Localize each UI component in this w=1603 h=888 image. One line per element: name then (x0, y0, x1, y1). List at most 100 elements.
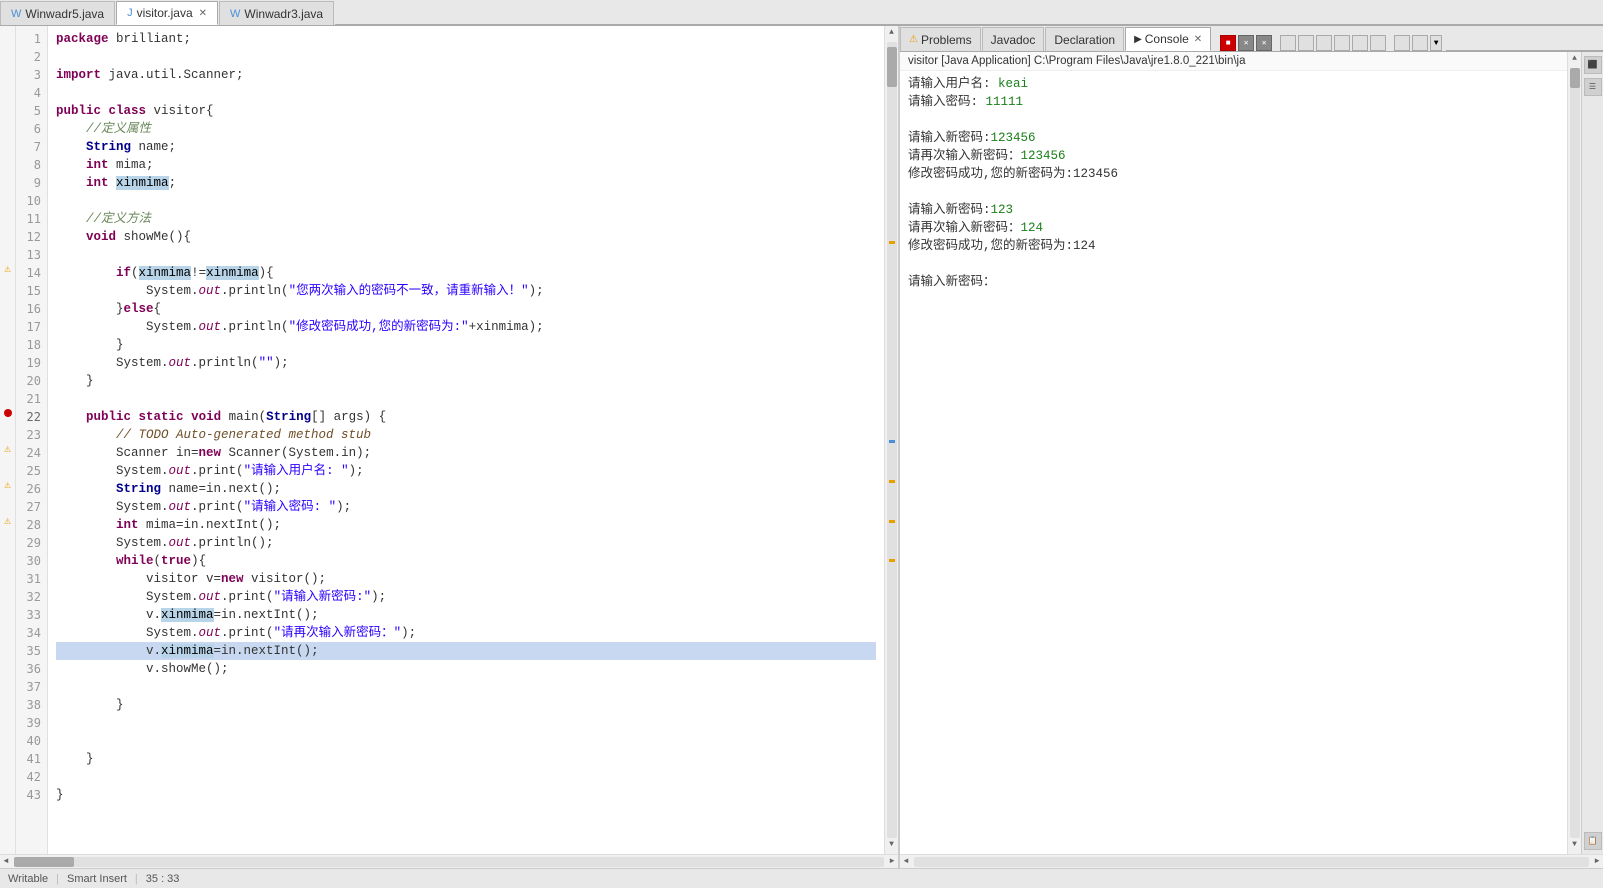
console-action-btn9[interactable] (1412, 35, 1428, 51)
console-toolbar: ■ ✕ ✕ (1216, 35, 1446, 51)
toolbar-btn-1[interactable]: ⬛ (1584, 56, 1602, 74)
code-line-30: while(true){ (56, 552, 876, 570)
toolbar-btn-3[interactable]: 📋 (1584, 832, 1602, 850)
gutter-bp-22 (0, 404, 15, 422)
code-line-15: System.out.println("您两次输入的密码不一致，请重新输入！")… (56, 282, 876, 300)
code-line-20: } (56, 372, 876, 390)
console-action-btn6[interactable] (1352, 35, 1368, 51)
code-line-16: }else{ (56, 300, 876, 318)
console-line-blank2 (908, 183, 1559, 201)
code-hscroll[interactable]: ◄ ► (0, 854, 898, 868)
console-action-btn1[interactable]: ✕ (1256, 35, 1272, 51)
code-line-29: System.out.println(); (56, 534, 876, 552)
tab-problems-label: Problems (921, 33, 972, 47)
code-line-9: int xinmima; (56, 174, 876, 192)
console-line-blank3 (908, 255, 1559, 273)
console-line-6: 请输入新密码:123 (908, 201, 1559, 219)
tab-javadoc[interactable]: Javadoc (982, 27, 1045, 51)
status-text: Writable (8, 873, 48, 885)
console-dropdown-btn[interactable]: ▼ (1430, 35, 1442, 51)
code-line-34: System.out.print("请再次输入新密码："); (56, 624, 876, 642)
code-line-28: int mima=in.nextInt(); (56, 516, 876, 534)
gutter-warn-24: ⚠ (0, 440, 15, 458)
visitor-file-icon: J (127, 7, 133, 19)
code-line-18: } (56, 336, 876, 354)
code-line-2 (56, 48, 876, 66)
code-line-13 (56, 246, 876, 264)
editor-tab-bar: W Winwadr5.java J visitor.java ✕ W Winwa… (0, 0, 1603, 26)
code-line-7: String name; (56, 138, 876, 156)
tab-declaration[interactable]: Declaration (1045, 27, 1124, 51)
status-insert: Smart Insert (67, 873, 127, 885)
main-content: ⚠ ⚠ ⚠ ⚠ (0, 26, 1603, 868)
code-line-26: String name=in.next(); (56, 480, 876, 498)
console-scroll-down[interactable]: ▼ (1569, 840, 1581, 852)
gutter-warn-14: ⚠ (0, 260, 15, 278)
problems-icon: ⚠ (909, 34, 918, 45)
tab-visitor-close[interactable]: ✕ (199, 8, 207, 19)
far-right-toolbar: ⬛ ☰ 📋 (1581, 52, 1603, 854)
tab-console[interactable]: ▶ Console ✕ (1125, 27, 1211, 51)
winwadr3-file-icon: W (230, 8, 240, 20)
console-vscroll[interactable]: ▲ ▼ (1567, 52, 1581, 854)
console-action-btn2[interactable] (1280, 35, 1296, 51)
console-output[interactable]: 请输入用户名: keai 请输入密码: 11111 请输入新密码:123456 … (900, 71, 1567, 854)
console-line-7: 请再次输入新密码：124 (908, 219, 1559, 237)
tab-visitor-label: visitor.java (137, 6, 193, 20)
code-line-6: //定义属性 (56, 120, 876, 138)
code-line-23: // TODO Auto-generated method stub (56, 426, 876, 444)
code-line-4 (56, 84, 876, 102)
console-line-2: 请输入密码: 11111 (908, 93, 1559, 111)
right-panel: ⚠ Problems Javadoc Declaration ▶ Console… (900, 26, 1603, 868)
console-action-btn7[interactable] (1370, 35, 1386, 51)
console-action-btn4[interactable] (1316, 35, 1332, 51)
code-line-33: v.xinmima=in.nextInt(); (56, 606, 876, 624)
code-text[interactable]: package brilliant; import java.util.Scan… (48, 26, 884, 854)
code-line-32: System.out.print("请输入新密码:"); (56, 588, 876, 606)
right-tabs: ⚠ Problems Javadoc Declaration ▶ Console… (900, 27, 1212, 51)
console-action-btn5[interactable] (1334, 35, 1350, 51)
gutter-warn-28: ⚠ (0, 512, 15, 530)
scroll-down-arrow[interactable]: ▼ (886, 840, 898, 852)
code-vscroll[interactable]: ▲ ▼ (884, 26, 898, 854)
tab-console-close[interactable]: ✕ (1194, 34, 1202, 45)
tab-declaration-label: Declaration (1054, 33, 1115, 47)
stop-btn[interactable]: ■ (1220, 35, 1236, 51)
code-line-40 (56, 732, 876, 750)
code-line-31: visitor v=new visitor(); (56, 570, 876, 588)
console-line-3: 请输入新密码:123456 (908, 129, 1559, 147)
code-line-19: System.out.println(""); (56, 354, 876, 372)
console-hscroll[interactable]: ◄ ► (900, 854, 1603, 868)
console-scroll-thumb[interactable] (1570, 68, 1580, 88)
tab-winwadr5[interactable]: W Winwadr5.java (0, 1, 115, 25)
code-line-37 (56, 678, 876, 696)
code-line-27: System.out.print("请输入密码: "); (56, 498, 876, 516)
tab-winwadr5-label: Winwadr5.java (25, 7, 104, 21)
console-icon: ▶ (1134, 34, 1142, 45)
tab-winwadr3-label: Winwadr3.java (244, 7, 323, 21)
console-action-btn3[interactable] (1298, 35, 1314, 51)
scroll-thumb[interactable] (887, 47, 897, 87)
console-action-btn8[interactable] (1394, 35, 1410, 51)
code-line-41: } (56, 750, 876, 768)
tab-javadoc-label: Javadoc (991, 33, 1036, 47)
scroll-track[interactable] (887, 42, 897, 838)
code-body: ⚠ ⚠ ⚠ ⚠ (0, 26, 898, 854)
code-line-12: void showMe(){ (56, 228, 876, 246)
tab-winwadr3[interactable]: W Winwadr3.java (219, 1, 334, 25)
console-scroll-track[interactable] (1570, 68, 1580, 838)
console-scroll-up[interactable]: ▲ (1569, 54, 1581, 66)
scroll-up-arrow[interactable]: ▲ (886, 28, 898, 40)
tab-problems[interactable]: ⚠ Problems (900, 27, 981, 51)
console-line-8: 修改密码成功,您的新密码为:124 (908, 237, 1559, 255)
code-line-36: v.showMe(); (56, 660, 876, 678)
close-console-btn[interactable]: ✕ (1238, 35, 1254, 51)
console-line-1: 请输入用户名: keai (908, 75, 1559, 93)
code-line-5: public class visitor{ (56, 102, 876, 120)
toolbar-btn-2[interactable]: ☰ (1584, 78, 1602, 96)
code-line-3: import java.util.Scanner; (56, 66, 876, 84)
tab-visitor[interactable]: J visitor.java ✕ (116, 1, 218, 25)
code-line-24: Scanner in=new Scanner(System.in); (56, 444, 876, 462)
status-position: 35 : 33 (146, 873, 180, 885)
code-line-38: } (56, 696, 876, 714)
